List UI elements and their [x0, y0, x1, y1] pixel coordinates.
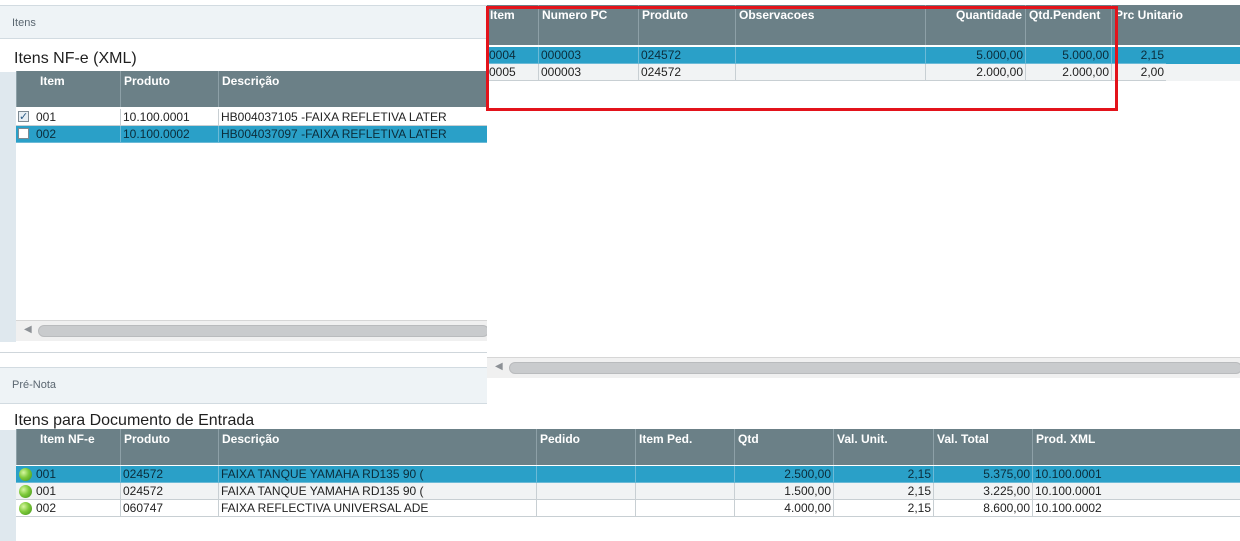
- entrada-panel-left-strip: [0, 430, 16, 541]
- checkbox-icon[interactable]: [18, 109, 29, 125]
- nfe-row-2[interactable]: 002 10.100.0002 HB004037097 -FAIXA REFLE…: [16, 126, 487, 143]
- entrada-row-prod-xml: 10.100.0002: [1032, 500, 1240, 517]
- col-descricao[interactable]: Descrição: [218, 71, 487, 107]
- scroll-left-arrow-icon[interactable]: ◀: [495, 361, 503, 372]
- col-prod-xml[interactable]: Prod. XML: [1032, 429, 1240, 465]
- checkbox-icon[interactable]: [18, 128, 29, 139]
- entrada-row-val-total: 8.600,00: [933, 500, 1032, 517]
- nfe-panel-bottom-border: [0, 352, 487, 353]
- col-item-nfe[interactable]: Item NF-e: [16, 429, 120, 465]
- entrada-row-prod-xml: 10.100.0001: [1032, 483, 1240, 500]
- entrada-row-produto: 024572: [120, 483, 218, 500]
- col-produto[interactable]: Produto: [120, 429, 218, 465]
- pc-scroll-thumb[interactable]: [509, 362, 1240, 374]
- entrada-row-2[interactable]: 001 024572 FAIXA TANQUE YAMAHA RD135 90 …: [16, 483, 1240, 500]
- col-val-total[interactable]: Val. Total: [933, 429, 1032, 465]
- entrada-row-item-nfe: 002: [36, 501, 57, 515]
- entrada-row-descricao: FAIXA TANQUE YAMAHA RD135 90 (: [218, 483, 536, 500]
- nfe-scroll-thumb[interactable]: [38, 325, 489, 337]
- col-pedido[interactable]: Pedido: [536, 429, 635, 465]
- nfe-panel-left-strip: [0, 72, 16, 342]
- entrada-grid-header: Item NF-e Produto Descrição Pedido Item …: [16, 429, 1240, 465]
- entrada-row-pedido: [536, 483, 635, 500]
- nfe-row-produto: 10.100.0001: [120, 109, 218, 126]
- entrada-row-val-unit: 2,15: [833, 466, 933, 483]
- nfe-row-produto: 10.100.0002: [120, 126, 218, 143]
- entrada-row-pedido: [536, 466, 635, 483]
- col-prc-unitario[interactable]: Prc Unitario: [1111, 5, 1240, 45]
- itens-section-title: Itens: [12, 17, 36, 29]
- entrada-row-item-ped: [635, 483, 734, 500]
- col-produto[interactable]: Produto: [120, 71, 218, 107]
- entrada-row-descricao: FAIXA REFLECTIVA UNIVERSAL ADE: [218, 500, 536, 517]
- entrada-row-item-nfe: 001: [36, 467, 57, 481]
- red-highlight-annotation: [486, 6, 1118, 111]
- nfe-row-descricao: HB004037105 -FAIXA REFLETIVA LATER: [218, 109, 487, 126]
- prenota-section-title: Pré-Nota: [12, 379, 57, 391]
- entrada-row-descricao: FAIXA TANQUE YAMAHA RD135 90 (: [218, 466, 536, 483]
- nfe-row-item: 002: [36, 127, 57, 141]
- nfe-panel-title: Itens NF-e (XML): [14, 50, 137, 67]
- entrada-row-qtd: 2.500,00: [734, 466, 833, 483]
- nfe-horizontal-scrollbar[interactable]: ◀: [16, 320, 489, 341]
- entrada-row-qtd: 1.500,00: [734, 483, 833, 500]
- entrada-row-val-total: 5.375,00: [933, 466, 1032, 483]
- entrada-row-produto: 024572: [120, 466, 218, 483]
- entrada-row-item-ped: [635, 466, 734, 483]
- pc-row-prc-unitario: 2,15: [1111, 47, 1166, 64]
- green-status-dot-icon: [19, 468, 32, 481]
- green-status-dot-icon: [19, 502, 32, 515]
- col-descricao[interactable]: Descrição: [218, 429, 536, 465]
- nfe-row-1[interactable]: 001 10.100.0001 HB004037105 -FAIXA REFLE…: [16, 109, 487, 126]
- entrada-panel: Itens para Documento de Entrada Item NF-…: [0, 408, 1240, 541]
- entrada-row-pedido: [536, 500, 635, 517]
- nfe-row-item: 001: [36, 110, 57, 124]
- col-qtd[interactable]: Qtd: [734, 429, 833, 465]
- entrada-row-1[interactable]: 001 024572 FAIXA TANQUE YAMAHA RD135 90 …: [16, 466, 1240, 483]
- entrada-row-prod-xml: 10.100.0001: [1032, 466, 1240, 483]
- prenota-section-bar: Pré-Nota: [0, 367, 487, 404]
- entrada-row-3[interactable]: 002 060747 FAIXA REFLECTIVA UNIVERSAL AD…: [16, 500, 1240, 517]
- green-status-dot-icon: [19, 485, 32, 498]
- col-val-unit[interactable]: Val. Unit.: [833, 429, 933, 465]
- entrada-row-produto: 060747: [120, 500, 218, 517]
- col-item[interactable]: Item: [16, 71, 120, 107]
- entrada-row-qtd: 4.000,00: [734, 500, 833, 517]
- entrada-row-val-total: 3.225,00: [933, 483, 1032, 500]
- nfe-panel: Itens NF-e (XML) Item Produto Descrição …: [0, 44, 489, 352]
- pc-horizontal-scrollbar[interactable]: ◀: [487, 357, 1240, 378]
- entrada-row-val-unit: 2,15: [833, 500, 933, 517]
- entrada-panel-title: Itens para Documento de Entrada: [14, 412, 255, 429]
- col-item-ped[interactable]: Item Ped.: [635, 429, 734, 465]
- nfe-grid-header: Item Produto Descrição: [16, 71, 487, 107]
- entrada-row-val-unit: 2,15: [833, 483, 933, 500]
- scroll-left-arrow-icon[interactable]: ◀: [24, 324, 32, 335]
- pc-row-prc-unitario: 2,00: [1111, 64, 1166, 81]
- entrada-row-item-ped: [635, 500, 734, 517]
- nfe-row-descricao: HB004037097 -FAIXA REFLETIVA LATER: [218, 126, 487, 143]
- entrada-row-item-nfe: 001: [36, 484, 57, 498]
